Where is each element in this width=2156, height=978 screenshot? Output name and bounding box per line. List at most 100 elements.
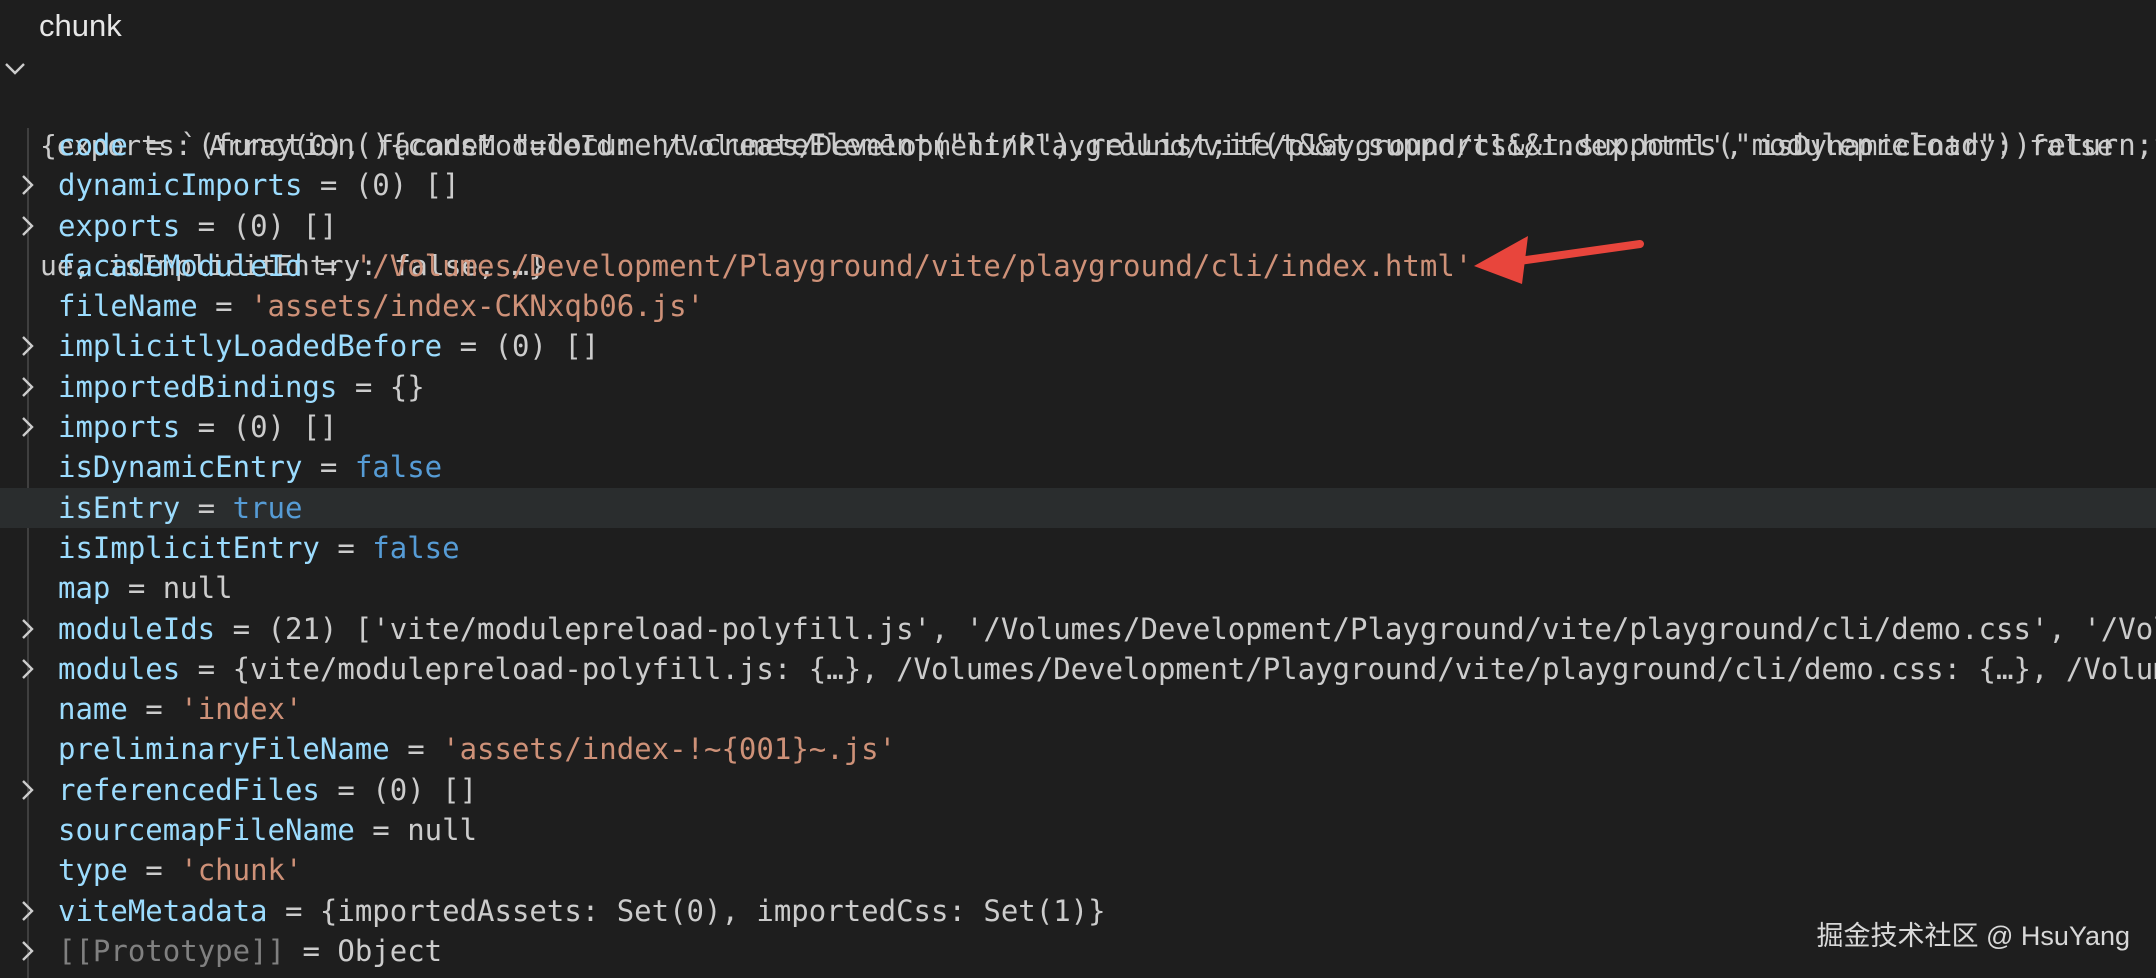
equals-sign: = xyxy=(319,530,373,565)
equals-sign: = xyxy=(180,651,233,686)
property-content: preliminaryFileName = 'assets/index-!~{0… xyxy=(58,729,896,769)
property-content: exports = (0) [] xyxy=(58,206,337,246)
equals-sign: = xyxy=(302,450,355,485)
chevron-right-icon[interactable] xyxy=(14,937,42,965)
property-row[interactable]: sourcemapFileName = null xyxy=(0,810,2156,850)
equals-sign: = xyxy=(110,571,163,606)
chevron-right-icon[interactable] xyxy=(14,171,42,199)
equals-sign: = xyxy=(267,893,320,928)
equals-sign: = xyxy=(354,813,408,848)
property-content: importedBindings = {} xyxy=(58,367,425,407)
property-key: exports xyxy=(58,208,181,243)
property-content: sourcemapFileName = null xyxy=(58,810,477,850)
property-value: 'assets/index-!~{001}~.js' xyxy=(442,732,897,767)
red-arrow-icon xyxy=(1474,236,1644,284)
equals-sign: = xyxy=(389,732,443,767)
property-row[interactable]: dynamicImports = (0) [] xyxy=(0,165,2156,205)
property-row[interactable]: type = 'chunk' xyxy=(0,850,2156,890)
property-content: fileName = 'assets/index-CKNxqb06.js' xyxy=(58,286,704,326)
property-row[interactable]: referencedFiles = (0) [] xyxy=(0,770,2156,810)
property-row[interactable]: isImplicitEntry = false xyxy=(0,528,2156,568)
chevron-down-icon[interactable] xyxy=(0,54,30,84)
property-key: name xyxy=(58,692,128,727)
property-content: facadeModuleId = '/Volumes/Development/P… xyxy=(58,246,1472,286)
property-content: isImplicitEntry = false xyxy=(58,528,460,568)
property-value: (0) [] xyxy=(232,410,338,445)
equals-sign: = xyxy=(197,289,251,324)
equals-sign: = xyxy=(302,168,355,203)
equals-sign: = xyxy=(180,208,233,243)
equals-sign: = xyxy=(127,692,181,727)
property-row[interactable]: name = 'index' xyxy=(0,689,2156,729)
property-content: isDynamicEntry = false xyxy=(58,447,442,487)
equals-sign: = xyxy=(284,933,338,968)
property-value: (0) [] xyxy=(494,329,600,364)
equals-sign: = xyxy=(127,853,181,888)
property-value: '/Volumes/Development/Playground/vite/pl… xyxy=(354,248,1473,283)
property-content: isEntry = true xyxy=(58,488,302,528)
chevron-right-icon[interactable] xyxy=(14,776,42,804)
property-key: isDynamicEntry xyxy=(58,450,303,485)
property-value: {} xyxy=(389,369,425,404)
property-row[interactable]: preliminaryFileName = 'assets/index-!~{0… xyxy=(0,729,2156,769)
property-value: (21) ['vite/modulepreload-polyfill.js', … xyxy=(267,611,2156,646)
equals-sign: = xyxy=(180,490,233,525)
property-row[interactable]: moduleIds = (21) ['vite/modulepreload-po… xyxy=(0,609,2156,649)
property-value: (0) [] xyxy=(372,772,478,807)
equals-sign: = xyxy=(337,369,390,404)
chevron-right-icon[interactable] xyxy=(14,897,42,925)
property-key: code xyxy=(58,128,128,162)
chevron-right-icon[interactable] xyxy=(14,413,42,441)
equals-sign: = xyxy=(319,772,373,807)
chevron-right-icon[interactable] xyxy=(14,212,42,240)
property-content: [[Prototype]] = Object xyxy=(58,931,442,971)
property-content: viteMetadata = {importedAssets: Set(0), … xyxy=(58,891,1106,931)
property-row[interactable]: implicitlyLoadedBefore = (0) [] xyxy=(0,326,2156,366)
chevron-right-icon[interactable] xyxy=(14,615,42,643)
property-content: modules = {vite/modulepreload-polyfill.j… xyxy=(58,649,2156,689)
property-key: preliminaryFileName xyxy=(58,732,390,767)
property-row[interactable]: isDynamicEntry = false xyxy=(0,447,2156,487)
property-value: 'index' xyxy=(180,692,303,727)
property-key: imports xyxy=(58,410,181,445)
equals-sign: = xyxy=(180,410,233,445)
property-row[interactable]: map = null xyxy=(0,568,2156,608)
property-key: isEntry xyxy=(58,490,181,525)
property-key: map xyxy=(58,571,111,606)
property-row[interactable]: fileName = 'assets/index-CKNxqb06.js' xyxy=(0,286,2156,326)
property-row[interactable]: code = `(function(){const t=document.cre… xyxy=(0,125,2156,165)
property-row[interactable]: modules = {vite/modulepreload-polyfill.j… xyxy=(0,649,2156,689)
watermark: 掘金技术社区 @ HsuYang xyxy=(1816,921,2130,951)
property-row[interactable]: importedBindings = {} xyxy=(0,367,2156,407)
property-key: viteMetadata xyxy=(58,893,268,928)
property-key: modules xyxy=(58,651,181,686)
property-row[interactable]: isEntry = true xyxy=(0,487,2156,528)
chevron-right-icon[interactable] xyxy=(14,332,42,360)
property-value: {importedAssets: Set(0), importedCss: Se… xyxy=(319,893,1106,928)
property-value: 'assets/index-CKNxqb06.js' xyxy=(250,289,705,324)
property-key: dynamicImports xyxy=(58,168,303,203)
property-content: map = null xyxy=(58,568,233,608)
property-list: code = `(function(){const t=document.cre… xyxy=(0,125,2156,971)
property-row[interactable]: exports = (0) [] xyxy=(0,206,2156,246)
property-content: implicitlyLoadedBefore = (0) [] xyxy=(58,326,599,366)
chevron-right-icon[interactable] xyxy=(14,655,42,683)
property-content: imports = (0) [] xyxy=(58,407,337,447)
variable-title: chunk xyxy=(39,8,122,43)
property-key: implicitlyLoadedBefore xyxy=(58,329,443,364)
property-value: false xyxy=(354,450,443,485)
property-row[interactable]: facadeModuleId = '/Volumes/Development/P… xyxy=(0,246,2156,286)
equals-sign: = xyxy=(442,329,495,364)
equals-sign: = xyxy=(215,611,268,646)
property-content: type = 'chunk' xyxy=(58,850,302,890)
property-key: moduleIds xyxy=(58,611,216,646)
property-row[interactable]: imports = (0) [] xyxy=(0,407,2156,447)
property-key: isImplicitEntry xyxy=(58,530,320,565)
chevron-right-icon[interactable] xyxy=(14,373,42,401)
property-content: referencedFiles = (0) [] xyxy=(58,770,477,810)
property-key: fileName xyxy=(58,289,198,324)
property-content: name = 'index' xyxy=(58,689,302,729)
property-value: true xyxy=(232,490,303,525)
property-value: Object xyxy=(337,933,443,968)
property-content: dynamicImports = (0) [] xyxy=(58,165,460,205)
